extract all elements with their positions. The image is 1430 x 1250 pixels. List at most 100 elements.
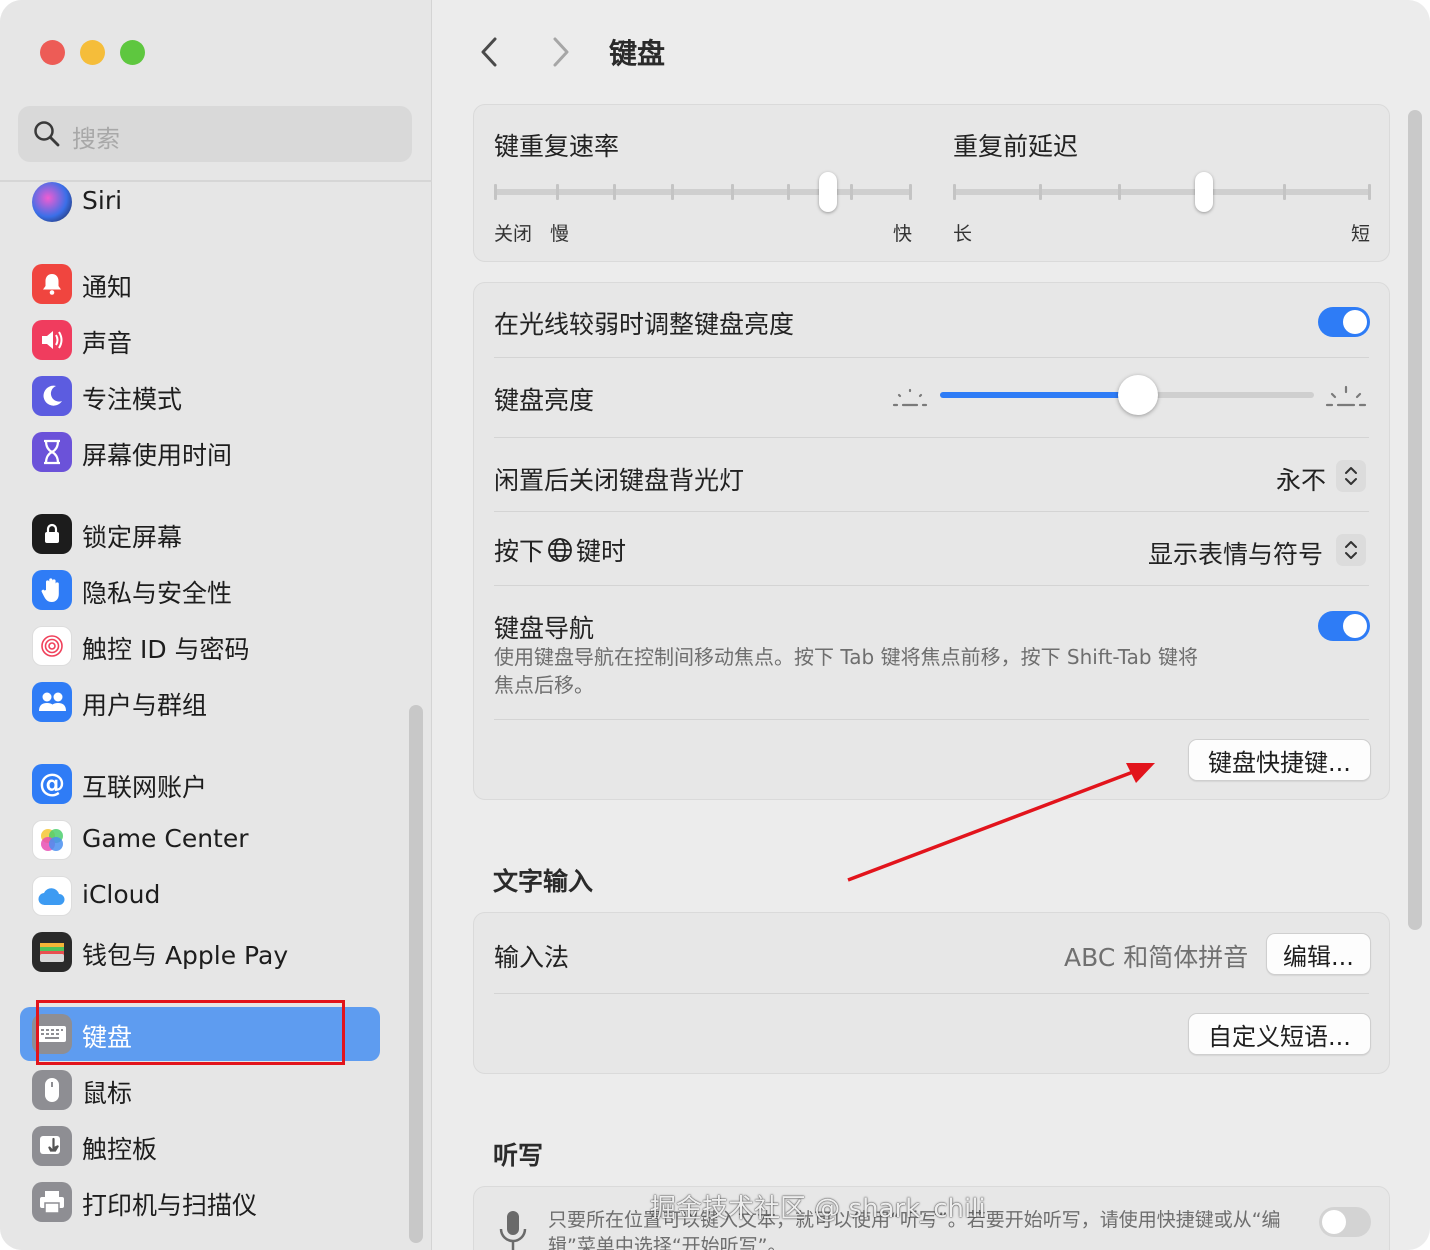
forward-button[interactable]: [539, 30, 583, 74]
siri-icon: [32, 182, 72, 222]
sidebar-item-label: 声音: [82, 329, 133, 358]
highlight-annotation-box: [36, 1000, 345, 1065]
moon-icon: [32, 376, 72, 416]
bell-icon: [32, 264, 72, 304]
settings-window: 搜索 Siri 通知 声音 专注模式 屏幕使用时间 锁定屏幕 隐私与安全性 触控…: [0, 0, 1430, 1250]
auto-brightness-label: 在光线较弱时调整键盘亮度: [494, 310, 795, 339]
annotation-arrow: [847, 763, 1155, 882]
hand-icon: [32, 570, 72, 610]
key-repeat-card: 键重复速率 关闭 慢 快 重复前延迟 长 短: [473, 104, 1390, 262]
close-window-button[interactable]: [40, 40, 65, 65]
keyboard-navigation-toggle[interactable]: [1318, 611, 1370, 641]
sidebar-item-users[interactable]: 用户与群组: [20, 675, 380, 729]
row-divider: [494, 437, 1369, 438]
back-button[interactable]: [467, 30, 511, 74]
input-sources-label: 输入法: [494, 943, 570, 972]
row-divider: [494, 993, 1369, 994]
sidebar-item-label: 钱包与 Apple Pay: [82, 941, 289, 970]
sidebar-item-label: 触控板: [82, 1135, 158, 1164]
sidebar-item-siri[interactable]: Siri: [20, 175, 380, 229]
rate-fast-label: 快: [893, 223, 913, 245]
sidebar-item-label: 触控 ID 与密码: [82, 635, 250, 664]
at-icon: @: [32, 764, 72, 804]
text-input-card: 输入法 ABC 和简体拼音 编辑... 自定义短语...: [473, 912, 1390, 1074]
sidebar-item-label: 锁定屏幕: [82, 523, 183, 552]
cloud-icon: [32, 876, 72, 916]
backlight-off-value: 永不: [1276, 466, 1327, 495]
popup-stepper-icon: [1336, 534, 1366, 566]
search-placeholder: 搜索: [72, 125, 120, 153]
search-field[interactable]: 搜索: [18, 106, 412, 162]
minimize-window-button[interactable]: [80, 40, 105, 65]
popup-stepper-icon: [1336, 460, 1366, 492]
sidebar-item-gamecenter[interactable]: Game Center: [20, 813, 380, 867]
microphone-icon: [499, 1211, 527, 1250]
row-divider: [494, 585, 1369, 586]
sidebar-item-sound[interactable]: 声音: [20, 313, 380, 367]
lock-icon: [32, 514, 72, 554]
dictation-toggle[interactable]: [1319, 1207, 1371, 1237]
gamecenter-icon: [32, 820, 72, 860]
trackpad-icon: [32, 1126, 72, 1166]
sidebar-item-icloud[interactable]: iCloud: [20, 869, 380, 923]
rate-off-label: 关闭: [494, 223, 533, 245]
sidebar-item-screentime[interactable]: 屏幕使用时间: [20, 425, 380, 479]
search-icon: [34, 121, 60, 147]
sidebar-item-wallet[interactable]: 钱包与 Apple Pay: [20, 925, 380, 979]
sidebar-item-printers[interactable]: 打印机与扫描仪: [20, 1175, 380, 1229]
backlight-off-label: 闲置后关闭键盘背光灯: [494, 466, 745, 495]
sidebar-item-label: 通知: [82, 273, 133, 302]
brightness-high-icon: [1325, 385, 1367, 407]
globe-key-label: 按下 键时: [494, 534, 626, 566]
delay-long-label: 长: [953, 223, 973, 245]
sidebar-item-notifications[interactable]: 通知: [20, 257, 380, 311]
chevron-left-icon: [481, 37, 497, 67]
sidebar-item-focus[interactable]: 专注模式: [20, 369, 380, 423]
users-icon: [32, 682, 72, 722]
sidebar-item-lockscreen[interactable]: 锁定屏幕: [20, 507, 380, 561]
edit-input-sources-button[interactable]: 编辑...: [1266, 933, 1371, 975]
keyboard-brightness-label: 键盘亮度: [494, 386, 595, 415]
sidebar-item-touchid[interactable]: 触控 ID 与密码: [20, 619, 380, 673]
key-repeat-rate-label: 键重复速率: [494, 132, 620, 161]
delay-short-label: 短: [1351, 223, 1371, 245]
globe-label-suffix: 键时: [576, 537, 627, 566]
input-sources-value: ABC 和简体拼音: [1064, 943, 1249, 972]
sidebar-scrollbar[interactable]: [409, 705, 423, 1243]
sidebar-item-label: 隐私与安全性: [82, 579, 233, 608]
keyboard-navigation-label: 键盘导航: [494, 614, 595, 643]
hourglass-icon: [32, 432, 72, 472]
rate-slow-label: 慢: [550, 223, 570, 245]
zoom-window-button[interactable]: [120, 40, 145, 65]
keyboard-settings-card: 在光线较弱时调整键盘亮度 键盘亮度 闲置后关闭键盘背光灯 永不 按下 键时 显示…: [473, 282, 1390, 800]
sidebar-item-label: 用户与群组: [82, 691, 208, 720]
key-repeat-rate-thumb[interactable]: [819, 172, 838, 212]
keyboard-navigation-description: 使用键盘导航在控制间移动焦点。按下 Tab 键将焦点前移，按下 Shift-Ta…: [494, 645, 1198, 697]
sidebar-item-trackpad[interactable]: 触控板: [20, 1119, 380, 1173]
main-scrollbar[interactable]: [1408, 110, 1422, 930]
fingerprint-icon: [32, 626, 72, 666]
brightness-low-icon: [892, 388, 928, 407]
keyboard-brightness-thumb[interactable]: [1118, 375, 1159, 415]
auto-brightness-toggle[interactable]: [1318, 307, 1370, 337]
row-divider: [494, 511, 1369, 512]
sidebar-item-label: 专注模式: [82, 385, 183, 414]
globe-label-prefix: 按下: [494, 537, 545, 566]
delay-until-repeat-thumb[interactable]: [1194, 172, 1213, 212]
sidebar-item-label: 屏幕使用时间: [82, 441, 233, 470]
sidebar-item-label: 互联网账户: [82, 773, 208, 802]
sidebar-item-internet-accounts[interactable]: @ 互联网账户: [20, 757, 380, 811]
page-title: 键盘: [609, 37, 666, 70]
sidebar-item-mouse[interactable]: 鼠标: [20, 1063, 380, 1117]
sidebar-item-label: Game Center: [82, 824, 249, 853]
sidebar-item-privacy[interactable]: 隐私与安全性: [20, 563, 380, 617]
dictation-section-title: 听写: [493, 1141, 544, 1170]
text-replacements-button[interactable]: 自定义短语...: [1188, 1013, 1371, 1055]
sidebar-item-label: Siri: [82, 186, 123, 215]
main-content: 键盘 键重复速率 关闭 慢 快 重复前延迟 长 短 在光线较弱时调整键盘亮度 键…: [433, 0, 1430, 1250]
sidebar: 搜索 Siri 通知 声音 专注模式 屏幕使用时间 锁定屏幕 隐私与安全性 触控…: [0, 0, 432, 1250]
wallet-icon: [32, 932, 72, 972]
text-input-section-title: 文字输入: [493, 867, 594, 896]
keyboard-shortcuts-button[interactable]: 键盘快捷键...: [1188, 739, 1371, 781]
watermark-text: 掘金技术社区 @ shark_chili: [650, 1194, 986, 1224]
